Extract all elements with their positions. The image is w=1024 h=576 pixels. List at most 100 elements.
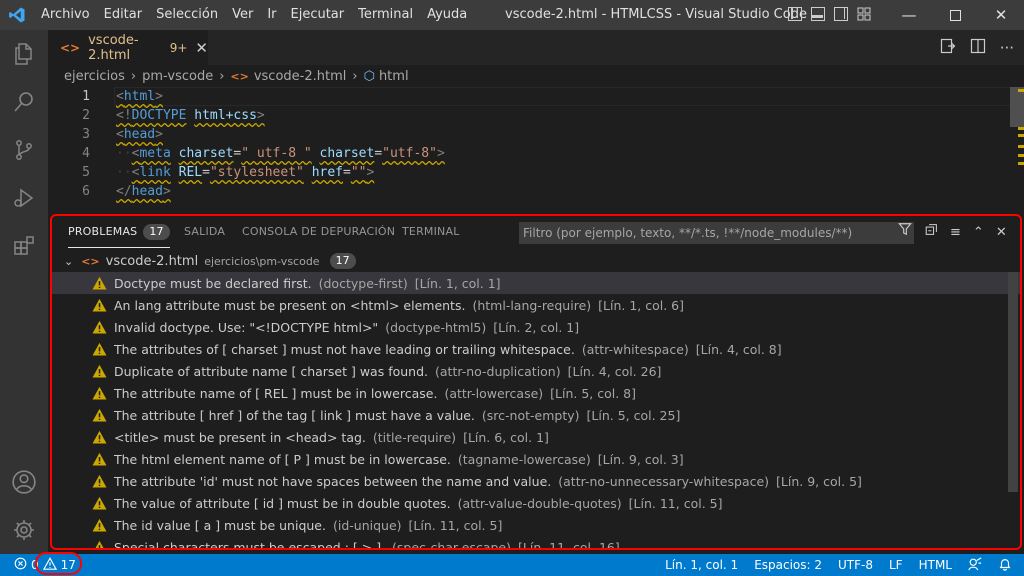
chevron-right-icon: ›: [219, 68, 225, 84]
breadcrumb-pm-vscode[interactable]: pm-vscode: [142, 69, 213, 84]
notifications-bell-icon[interactable]: [998, 557, 1012, 574]
filter-icon[interactable]: [898, 222, 912, 244]
problem-row[interactable]: Duplicate of attribute name [ charset ] …: [52, 360, 1020, 382]
language-mode[interactable]: HTML: [919, 558, 952, 572]
settings-gear-icon[interactable]: [0, 506, 48, 554]
chevron-down-icon[interactable]: ⌄: [64, 255, 73, 268]
problems-scrollbar[interactable]: [1008, 272, 1018, 548]
problem-rule: (title-require): [372, 429, 457, 445]
tab-consola-depuracion[interactable]: CONSOLA DE DEPURACIÓN: [242, 216, 395, 248]
breadcrumb-file[interactable]: vscode-2.html: [254, 69, 347, 84]
open-preview-icon[interactable]: [940, 38, 956, 58]
menu-item-terminal[interactable]: Terminal: [351, 0, 420, 30]
problem-row[interactable]: Invalid doctype. Use: "<!DOCTYPE html>" (…: [52, 316, 1020, 338]
problem-row[interactable]: An lang attribute must be present on <ht…: [52, 294, 1020, 316]
warning-icon: [92, 474, 108, 488]
tab-salida[interactable]: SALIDA: [184, 216, 225, 248]
code-editor[interactable]: 1 <html> 2 <!DOCTYPE html+css> 3 <head> 4 ··<me…: [48, 87, 1024, 207]
layout-controls: [788, 7, 871, 21]
menu-item-ejecutar[interactable]: Ejecutar: [284, 0, 352, 30]
accounts-icon[interactable]: [0, 458, 48, 506]
close-window-icon[interactable]: ✕: [978, 0, 1024, 30]
breadcrumb-symbol[interactable]: html: [379, 69, 409, 84]
problems-filter-input[interactable]: Filtro (por ejemplo, texto, **/*.ts, !**…: [519, 222, 914, 244]
maximize-icon[interactable]: [932, 0, 978, 30]
problem-rule: (attr-no-duplication): [435, 363, 561, 379]
vscode-logo-icon[interactable]: [0, 0, 34, 30]
feedback-icon[interactable]: [968, 556, 982, 574]
close-panel-icon[interactable]: ✕: [996, 222, 1007, 244]
problem-row[interactable]: The attribute 'id' must not have spaces …: [52, 470, 1020, 492]
collapse-all-icon[interactable]: [925, 222, 938, 244]
end-of-line[interactable]: LF: [889, 558, 903, 572]
problem-row[interactable]: The attribute [ href ] of the tag [ link…: [52, 404, 1020, 426]
problem-message: The id value [ a ] must be unique.: [114, 517, 326, 533]
run-debug-icon[interactable]: [0, 174, 48, 222]
menu-item-ayuda[interactable]: Ayuda: [420, 0, 474, 30]
toggle-panel-icon[interactable]: [811, 7, 825, 21]
menu-item-ir[interactable]: Ir: [260, 0, 283, 30]
code-token: DOCTYPE: [131, 108, 187, 123]
problem-rule: (attr-no-unnecessary-whitespace): [558, 473, 770, 489]
code-token: " utf-8 ": [241, 146, 312, 161]
more-actions-icon[interactable]: ···: [1000, 39, 1014, 57]
split-editor-icon[interactable]: [970, 38, 986, 58]
problem-row[interactable]: The attributes of [ charset ] must not h…: [52, 338, 1020, 360]
tab-vscode-2-html[interactable]: <> vscode-2.html 9+ ✕: [48, 30, 208, 65]
explorer-icon[interactable]: [0, 30, 48, 78]
minimize-icon[interactable]: —: [886, 0, 932, 30]
extensions-icon[interactable]: [0, 222, 48, 270]
problem-row[interactable]: The attribute name of [ REL ] must be in…: [52, 382, 1020, 404]
scrollbar-thumb[interactable]: [1010, 87, 1024, 127]
source-control-icon[interactable]: [0, 126, 48, 174]
maximize-panel-icon[interactable]: ⌃: [973, 222, 984, 244]
problem-row[interactable]: The html element name of [ P ] must be i…: [52, 448, 1020, 470]
problem-row[interactable]: Special characters must be escaped : [ >…: [52, 536, 1020, 548]
problems-file-group[interactable]: ⌄ <> vscode-2.html ejercicios\pm-vscode …: [52, 250, 1020, 272]
code-line[interactable]: 2 <!DOCTYPE html+css>: [48, 106, 1008, 125]
problem-row[interactable]: The value of attribute [ id ] must be in…: [52, 492, 1020, 514]
editor-scrollbar[interactable]: [1010, 87, 1024, 207]
scrollbar-thumb[interactable]: [1008, 272, 1018, 492]
problem-location: [Lín. 2, col. 1]: [493, 319, 580, 335]
problem-row[interactable]: The id value [ a ] must be unique. (id-un…: [52, 514, 1020, 536]
customize-layout-icon[interactable]: [857, 7, 871, 21]
menu-item-archivo[interactable]: Archivo: [34, 0, 97, 30]
code-token: charset: [178, 146, 234, 161]
problem-rule: (html-lang-require): [472, 297, 592, 313]
status-problems-highlight: [35, 552, 82, 575]
code-line[interactable]: 4 ··<meta charset=" utf-8 " charset="utf-…: [48, 144, 1008, 163]
error-icon: [14, 557, 27, 573]
problem-row[interactable]: <title> must be present in <head> tag. (t…: [52, 426, 1020, 448]
search-icon[interactable]: [0, 78, 48, 126]
problem-row[interactable]: Doctype must be declared first. (doctype-…: [52, 272, 1020, 294]
menu-item-ver[interactable]: Ver: [225, 0, 260, 30]
code-token: <!: [116, 108, 132, 123]
view-as-list-icon[interactable]: ≡: [950, 222, 961, 244]
toggle-sidebar-icon[interactable]: [788, 7, 802, 21]
problem-message: The attribute name of [ REL ] must be in…: [114, 385, 438, 401]
activity-bar: [0, 30, 48, 554]
problem-location: [Lín. 5, col. 25]: [586, 407, 681, 423]
menu-item-seleccion[interactable]: Selección: [149, 0, 225, 30]
encoding[interactable]: UTF-8: [838, 558, 873, 572]
tab-problemas[interactable]: PROBLEMAS 17: [68, 216, 170, 248]
status-bar: 0 17 Lín. 1, col. 1 Espacios: 2 UTF-8 LF…: [0, 554, 1024, 576]
warning-icon: [92, 298, 108, 312]
code-text: <!DOCTYPE html+css>: [116, 106, 265, 125]
toggle-secondary-sidebar-icon[interactable]: [834, 7, 848, 21]
code-token: href: [311, 165, 343, 180]
code-line[interactable]: 6 </head>: [48, 182, 1008, 201]
menu-item-editar[interactable]: Editar: [97, 0, 150, 30]
indentation[interactable]: Espacios: 2: [754, 558, 822, 572]
close-tab-icon[interactable]: ✕: [195, 39, 208, 57]
code-line[interactable]: 5 ··<link REL="stylesheet" href="">: [48, 163, 1008, 182]
tab-terminal[interactable]: TERMINAL: [402, 216, 460, 248]
breadcrumb-ejercicios[interactable]: ejercicios: [64, 69, 125, 84]
code-token: <: [116, 89, 124, 104]
cursor-position[interactable]: Lín. 1, col. 1: [665, 558, 738, 572]
code-line[interactable]: 1 <html>: [48, 87, 1008, 106]
chevron-right-icon: ›: [130, 68, 137, 84]
warning-icon: [92, 496, 108, 510]
code-line[interactable]: 3 <head>: [48, 125, 1008, 144]
